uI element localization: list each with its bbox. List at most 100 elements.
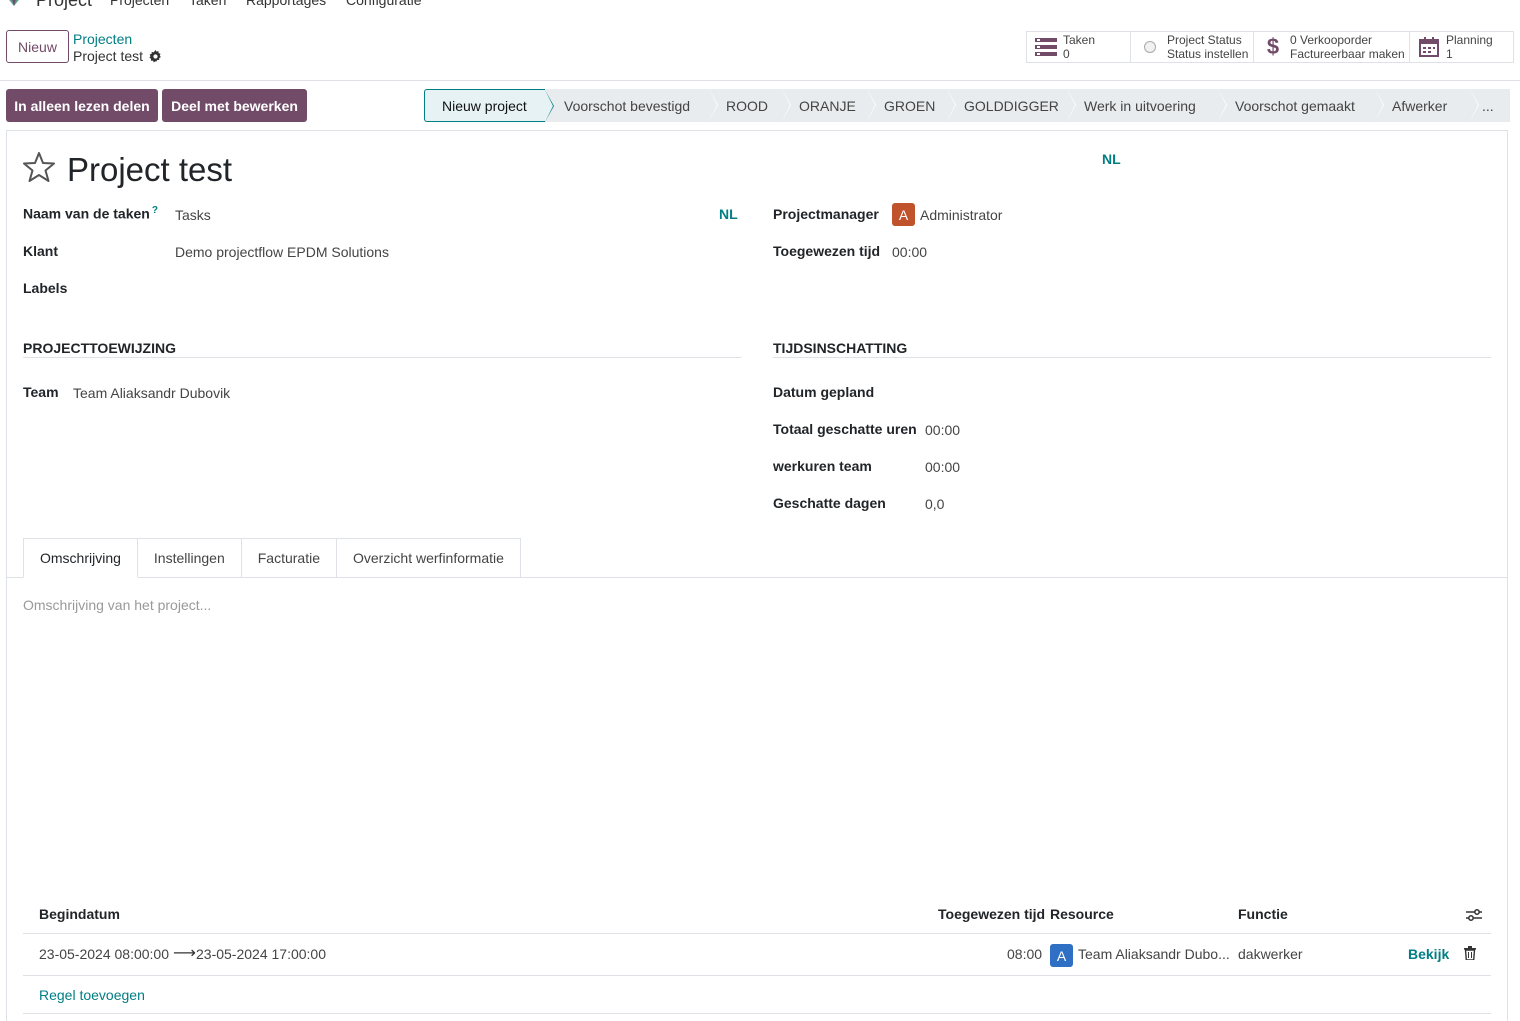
stage-nieuw-project[interactable]: Nieuw project [424, 89, 554, 122]
stage-label: Voorschot gemaakt [1235, 97, 1355, 114]
task-name-field[interactable]: Tasks [175, 207, 211, 223]
row-end-date: 23-05-2024 17:00:00 [196, 946, 326, 962]
task-name-label: Naam van de taken? [23, 205, 158, 222]
smart-status-label: Project Status [1167, 33, 1242, 47]
stage-oranje[interactable]: ORANJE [782, 89, 876, 122]
share-readonly-button[interactable]: In alleen lezen delen [6, 89, 158, 122]
row-start-date: 23-05-2024 08:00:00 [39, 946, 169, 962]
breadcrumb-projecten[interactable]: Projecten [73, 31, 132, 47]
status-circle-icon [1139, 36, 1161, 58]
control-panel: Nieuw Projecten Project test Taken 0 Proj… [0, 20, 1520, 81]
stage-werk-in-uitvoering[interactable]: Werk in uitvoering [1067, 89, 1227, 122]
smart-planning-count: 1 [1446, 47, 1453, 61]
app-name[interactable]: Project [36, 0, 92, 11]
team-hours-field[interactable]: 00:00 [925, 459, 960, 475]
calendar-icon [1418, 36, 1440, 58]
smart-tasks-count: 0 [1063, 47, 1070, 61]
add-line-row: Regel toevoegen [23, 976, 1491, 1014]
stage-voorschot-gemaakt[interactable]: Voorschot gemaakt [1218, 89, 1384, 122]
task-name-lang-button[interactable]: NL [719, 206, 738, 222]
notebook-tabs: Omschrijving Instellingen Facturatie Ove… [23, 538, 521, 578]
breadcrumb-current: Project test [73, 48, 162, 64]
smart-button-status[interactable]: Project Status Status instellen [1131, 32, 1254, 62]
date-planned-field[interactable] [925, 384, 1225, 404]
action-bar: In alleen lezen delen Deel met bewerken … [0, 82, 1520, 130]
menu-projecten[interactable]: Projecten [110, 0, 169, 8]
view-button[interactable]: Bekijk [1408, 946, 1449, 962]
section-divider [773, 357, 1491, 358]
stage-groen[interactable]: GROEN [867, 89, 956, 122]
team-field[interactable]: Team Aliaksandr Dubovik [73, 385, 230, 401]
gear-icon[interactable] [149, 49, 162, 63]
customer-field[interactable]: Demo projectflow EPDM Solutions [175, 244, 389, 260]
stage-statusbar: Nieuw project Voorschot bevestigd ROOD O… [424, 89, 1510, 122]
stage-label: ROOD [726, 97, 768, 114]
smart-button-sales[interactable]: $ 0 Verkooporder Factureerbaar maken [1254, 32, 1410, 62]
est-days-label: Geschatte dagen [773, 495, 886, 511]
allocated-time-label: Toegewezen tijd [773, 243, 881, 259]
column-function[interactable]: Functie [1238, 906, 1288, 922]
stage-label: GOLDDIGGER [964, 97, 1059, 114]
tab-omschrijving[interactable]: Omschrijving [23, 538, 138, 578]
manager-label: Projectmanager [773, 206, 879, 222]
est-days-field[interactable]: 0,0 [925, 496, 944, 512]
column-allocated[interactable]: Toegewezen tijd [938, 906, 1045, 922]
row-resource: Team Aliaksandr Dubo... [1078, 946, 1230, 962]
app-logo-icon[interactable] [6, 0, 22, 6]
star-icon[interactable] [23, 151, 55, 183]
stage-afwerker[interactable]: Afwerker [1375, 89, 1479, 122]
smart-button-tasks[interactable]: Taken 0 [1027, 32, 1131, 62]
total-hours-field[interactable]: 00:00 [925, 422, 960, 438]
description-editor[interactable]: Omschrijving van het project... [23, 597, 211, 613]
breadcrumb-current-label: Project test [73, 48, 144, 64]
manager-avatar: A [892, 203, 915, 226]
stage-label: Voorschot bevestigd [564, 97, 691, 114]
labels-label: Labels [23, 280, 68, 296]
row-function: dakwerker [1238, 946, 1303, 962]
stage-label: ORANJE [799, 97, 856, 114]
date-planned-label: Datum gepland [773, 384, 875, 400]
column-start[interactable]: Begindatum [39, 906, 120, 922]
smart-button-planning[interactable]: Planning 1 [1410, 32, 1513, 62]
labels-field[interactable] [175, 280, 735, 300]
smart-status-value: Status instellen [1167, 47, 1249, 61]
tab-instellingen[interactable]: Instellingen [137, 538, 242, 578]
add-line-link[interactable]: Regel toevoegen [39, 987, 145, 1003]
title-lang-button[interactable]: NL [1102, 151, 1121, 167]
menu-taken[interactable]: Taken [189, 0, 226, 8]
project-title[interactable]: Project test [67, 151, 232, 189]
manager-field[interactable]: Administrator [920, 207, 1002, 223]
new-button[interactable]: Nieuw [6, 30, 69, 63]
stage-label: Afwerker [1392, 97, 1448, 114]
stage-label: GROEN [884, 97, 936, 114]
share-edit-button[interactable]: Deel met bewerken [162, 89, 307, 122]
stage-rood[interactable]: ROOD [709, 89, 791, 122]
help-icon[interactable]: ? [152, 205, 158, 216]
table-header: Begindatum Toegewezen tijd Resource Func… [23, 896, 1491, 934]
team-hours-label: werkuren team [773, 458, 872, 474]
tab-overzicht-werfinformatie[interactable]: Overzicht werfinformatie [336, 538, 521, 578]
smart-sales-value: Factureerbaar maken [1290, 47, 1405, 61]
form-sheet: Project test NL Naam van de taken? Tasks… [6, 130, 1508, 1021]
table-row[interactable]: 23-05-2024 08:00:00 ⟶ 23-05-2024 17:00:0… [23, 934, 1491, 976]
section-assignment-title: PROJECTTOEWIJZING [23, 340, 176, 356]
trash-icon[interactable] [1464, 946, 1476, 960]
stage-label: Nieuw project [442, 97, 527, 114]
arrow-right-icon: ⟶ [173, 945, 196, 962]
team-label: Team [23, 384, 59, 400]
total-hours-label: Totaal geschatte uren [773, 421, 917, 437]
tasks-icon [1035, 36, 1057, 58]
optional-columns-icon[interactable] [1466, 908, 1482, 922]
menu-configuratie[interactable]: Configuratie [346, 0, 422, 8]
customer-label: Klant [23, 243, 58, 259]
stage-golddigger[interactable]: GOLDDIGGER [947, 89, 1076, 122]
top-navbar: Project Projecten Taken Rapportages Conf… [0, 0, 1520, 10]
allocated-time-field[interactable]: 00:00 [892, 244, 927, 260]
smart-buttons: Taken 0 Project Status Status instellen $ … [1026, 31, 1514, 63]
stage-voorschot-bevestigd[interactable]: Voorschot bevestigd [545, 89, 718, 122]
section-estimate-title: TIJDSINSCHATTING [773, 340, 908, 356]
stage-more-label: ... [1482, 97, 1494, 114]
tab-facturatie[interactable]: Facturatie [241, 538, 337, 578]
column-resource[interactable]: Resource [1050, 906, 1114, 922]
menu-rapportages[interactable]: Rapportages [246, 0, 326, 8]
